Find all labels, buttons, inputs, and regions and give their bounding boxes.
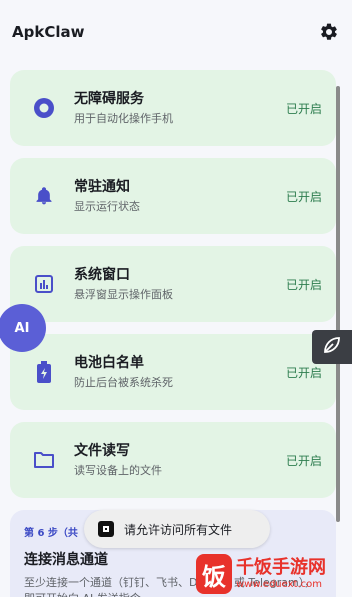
accessibility-icon (30, 94, 58, 122)
card-title: 电池白名单 (74, 355, 144, 371)
side-handle[interactable] (312, 330, 352, 364)
card-title: 文件读写 (74, 443, 130, 459)
permission-toast: 请允许访问所有文件 (84, 510, 270, 548)
app-bar: ApkClaw (0, 0, 352, 64)
leaf-pen-icon (322, 335, 342, 359)
card-system-window[interactable]: 系统窗口 悬浮窗显示操作面板 已开启 (10, 246, 336, 322)
card-subtitle: 悬浮窗显示操作面板 (74, 288, 173, 301)
status-badge: 已开启 (285, 189, 322, 204)
watermark: 饭 千饭手游网 www.eduext.com (196, 552, 350, 596)
status-badge: 已开启 (285, 365, 322, 380)
app-title: ApkClaw (12, 23, 85, 41)
permission-list: 无障碍服务 用于自动化操作手机 已开启 常驻通知 显示运行状态 已开启 系统窗口… (10, 70, 336, 510)
card-notification[interactable]: 常驻通知 显示运行状态 已开启 (10, 158, 336, 234)
card-title: 无障碍服务 (74, 91, 144, 107)
card-title: 常驻通知 (74, 179, 130, 195)
ai-floating-button[interactable]: AI (0, 304, 46, 352)
settings-gear-icon[interactable] (318, 21, 340, 43)
app-badge-icon (98, 521, 114, 537)
watermark-url: www.eduext.com (236, 579, 322, 590)
battery-icon (30, 358, 58, 386)
status-badge: 已开启 (285, 101, 322, 116)
status-badge: 已开启 (285, 453, 322, 468)
ai-fab-label: AI (14, 320, 30, 336)
card-subtitle: 用于自动化操作手机 (74, 112, 173, 125)
scrollbar[interactable] (336, 86, 340, 522)
status-badge: 已开启 (285, 277, 322, 292)
card-title: 系统窗口 (74, 267, 130, 283)
card-subtitle: 防止后台被系统杀死 (74, 376, 173, 389)
window-chart-icon (30, 270, 58, 298)
card-battery[interactable]: 电池白名单 防止后台被系统杀死 已开启 (10, 334, 336, 410)
toast-text: 请允许访问所有文件 (124, 522, 233, 537)
card-file-access[interactable]: 文件读写 读写设备上的文件 已开启 (10, 422, 336, 498)
card-subtitle: 显示运行状态 (74, 200, 140, 213)
watermark-logo: 饭 (196, 554, 232, 594)
bell-icon (30, 182, 58, 210)
card-subtitle: 读写设备上的文件 (74, 464, 162, 477)
watermark-name: 千饭手游网 (236, 557, 326, 578)
card-accessibility[interactable]: 无障碍服务 用于自动化操作手机 已开启 (10, 70, 336, 146)
folder-icon (30, 446, 58, 474)
